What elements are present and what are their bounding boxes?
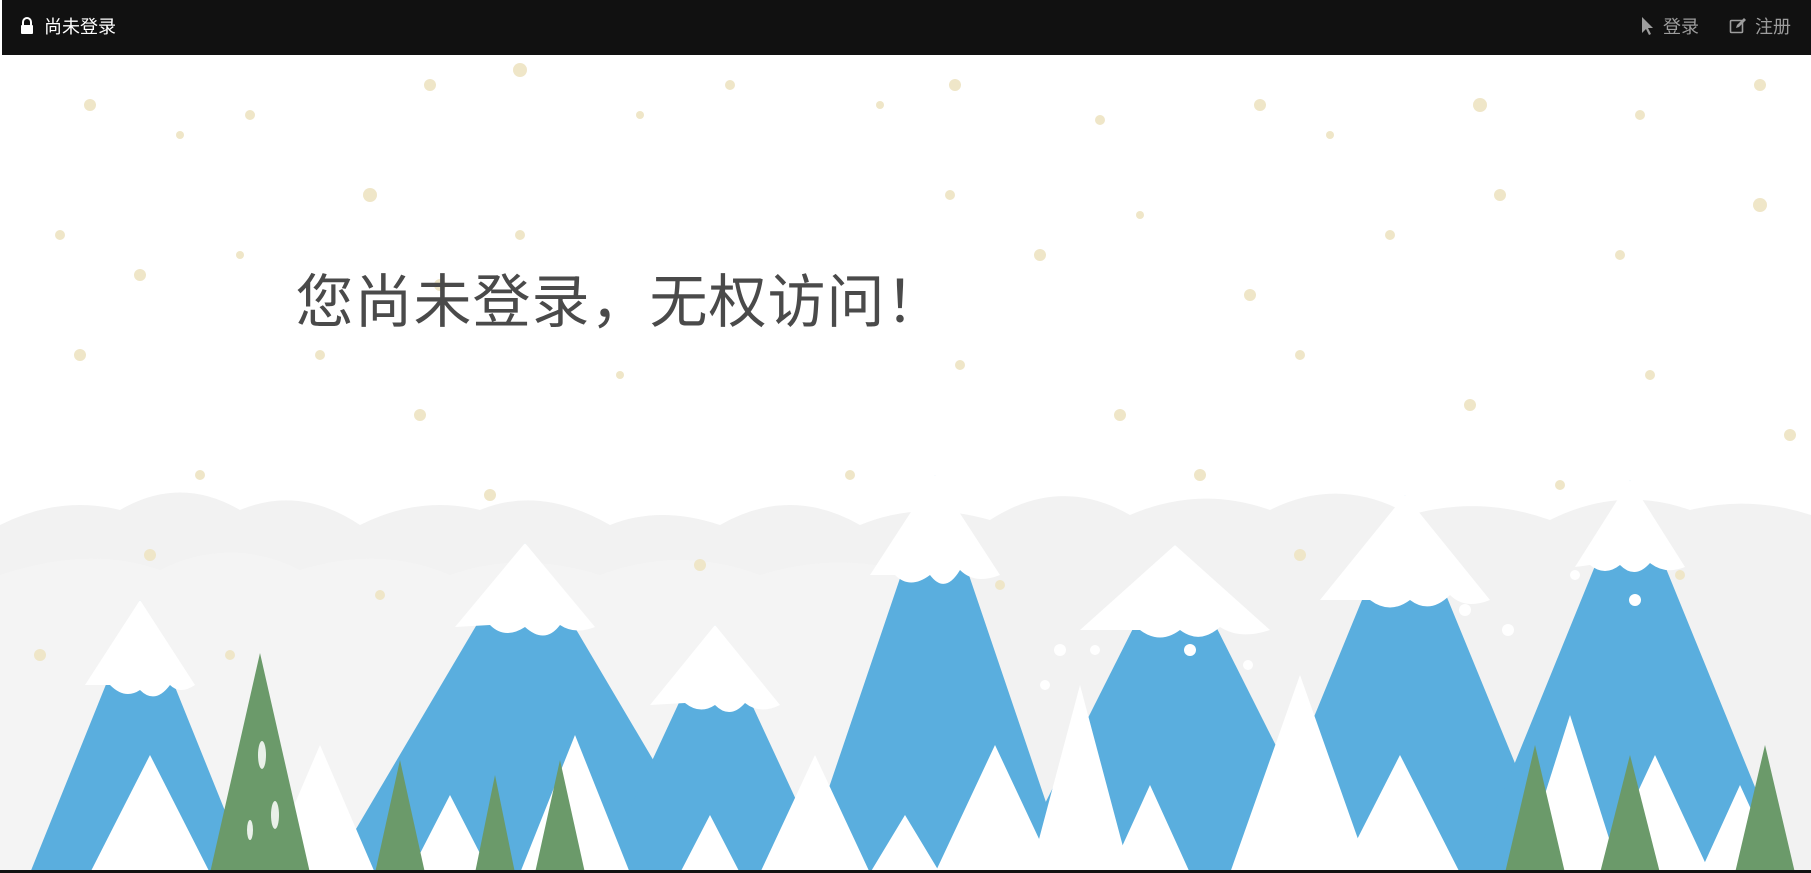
register-link-label: 注册 [1755, 17, 1791, 38]
unauthorized-message: 您尚未登录，无权访问！ [295, 268, 945, 336]
main-content: 您尚未登录，无权访问！ [0, 55, 1811, 873]
lock-icon [20, 17, 34, 35]
login-link-label: 登录 [1663, 17, 1699, 38]
login-status: 尚未登录 [20, 14, 116, 38]
register-link[interactable]: 注册 [1729, 13, 1791, 39]
edit-icon [1729, 18, 1746, 34]
cursor-pointer-icon [1642, 17, 1653, 35]
winter-background-illustration [0, 63, 1811, 873]
login-link[interactable]: 登录 [1641, 13, 1699, 39]
nav-links: 登录 注册 [1611, 14, 1791, 38]
top-navbar: 尚未登录 登录 注册 [0, 0, 1811, 55]
login-status-label: 尚未登录 [44, 17, 116, 38]
